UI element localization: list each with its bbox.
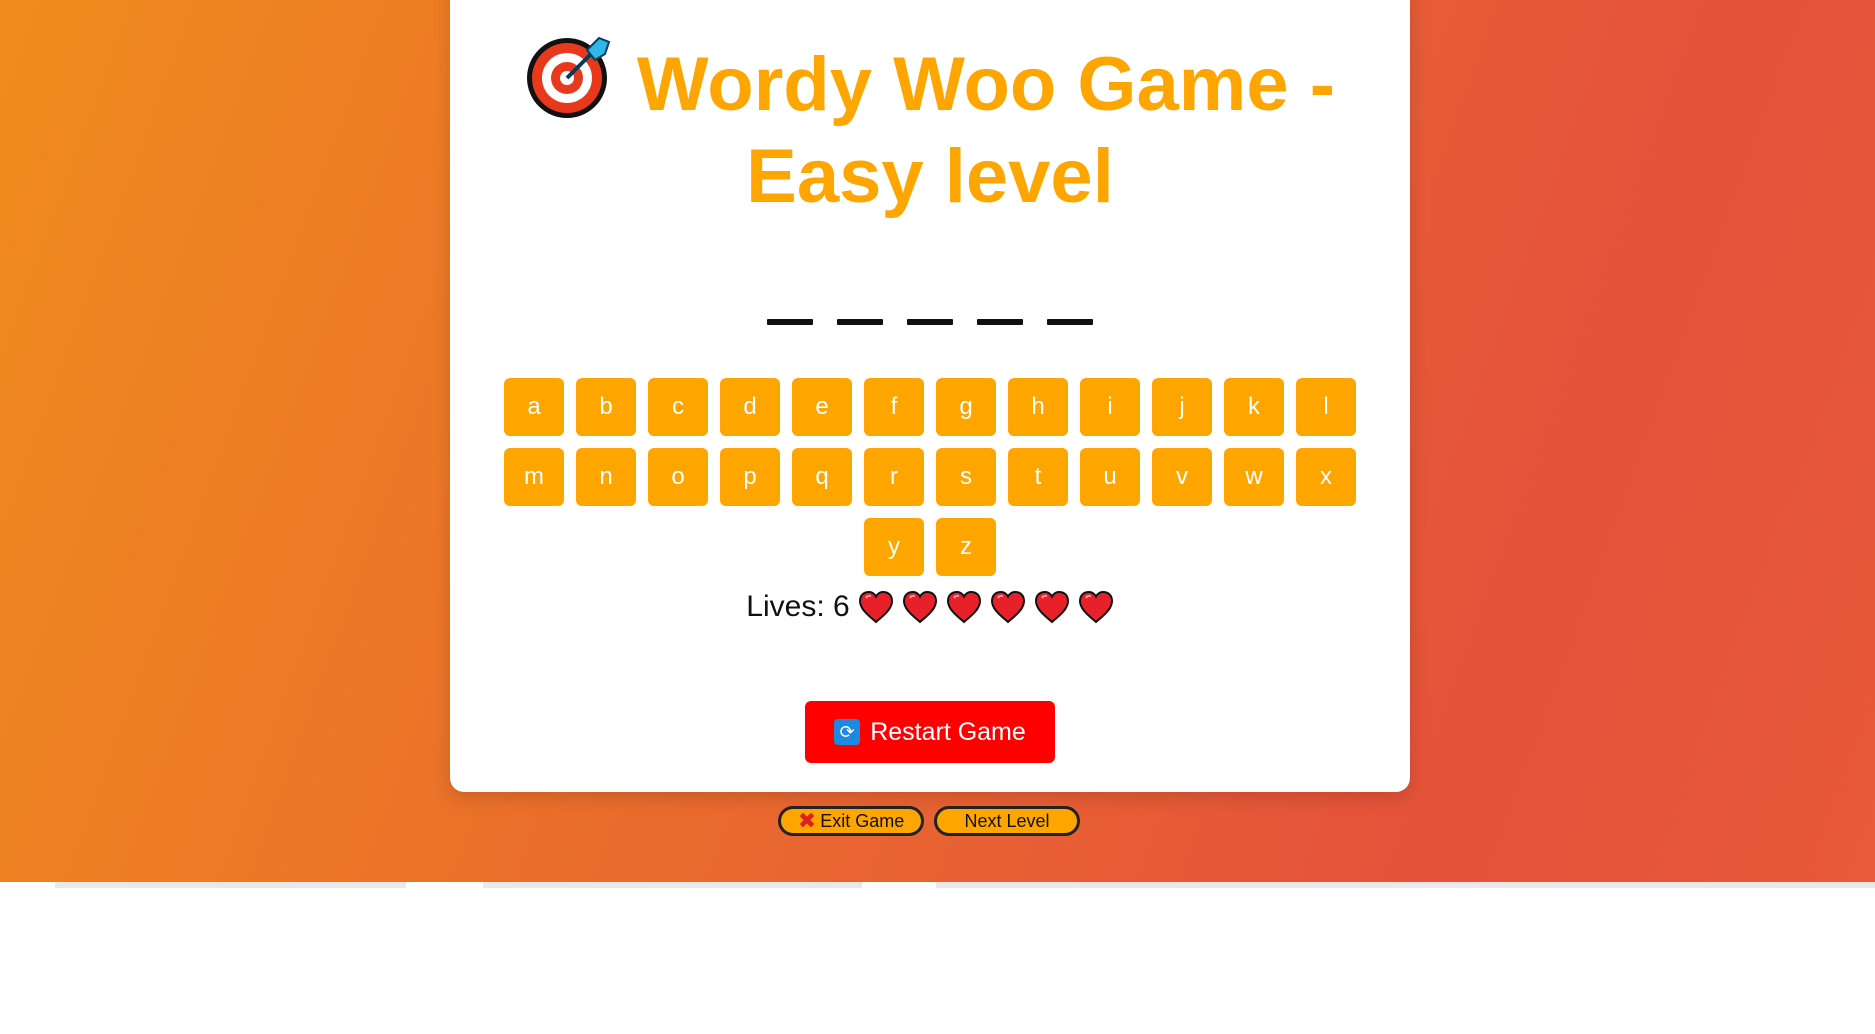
key-n[interactable]: n bbox=[576, 448, 636, 506]
exit-game-button[interactable]: ✖ Exit Game bbox=[778, 806, 924, 836]
key-x[interactable]: x bbox=[1296, 448, 1356, 506]
key-c[interactable]: c bbox=[648, 378, 708, 436]
letter-blank bbox=[977, 319, 1023, 326]
key-v[interactable]: v bbox=[1152, 448, 1212, 506]
heart-icon bbox=[902, 590, 938, 624]
key-o[interactable]: o bbox=[648, 448, 708, 506]
key-p[interactable]: p bbox=[720, 448, 780, 506]
title-line-1: Wordy Woo Game - bbox=[450, 32, 1410, 131]
strip-segment bbox=[0, 882, 55, 888]
key-z[interactable]: z bbox=[936, 518, 996, 576]
lives-label: Lives: 6 bbox=[746, 590, 850, 623]
key-j[interactable]: j bbox=[1152, 378, 1212, 436]
key-r[interactable]: r bbox=[864, 448, 924, 506]
title-text-1: Wordy Woo Game - bbox=[636, 42, 1336, 127]
key-u[interactable]: u bbox=[1080, 448, 1140, 506]
letter-keyboard: abcdefghijkl mnopqrstuvwx yz bbox=[504, 378, 1356, 576]
strip-segment bbox=[406, 882, 483, 888]
key-k[interactable]: k bbox=[1224, 378, 1284, 436]
restart-label: Restart Game bbox=[870, 717, 1026, 746]
cross-icon: ✖ bbox=[797, 808, 817, 833]
letter-blank bbox=[1047, 319, 1093, 326]
key-t[interactable]: t bbox=[1008, 448, 1068, 506]
key-h[interactable]: h bbox=[1008, 378, 1068, 436]
next-level-button[interactable]: Next Level bbox=[934, 806, 1080, 836]
key-w[interactable]: w bbox=[1224, 448, 1284, 506]
heart-icon bbox=[946, 590, 982, 624]
title-line-2: Easy level bbox=[746, 134, 1114, 219]
next-label: Next Level bbox=[964, 810, 1050, 831]
heart-icon bbox=[858, 590, 894, 624]
letter-blank bbox=[837, 319, 883, 326]
bottom-strip bbox=[0, 882, 1875, 888]
key-y[interactable]: y bbox=[864, 518, 924, 576]
key-b[interactable]: b bbox=[576, 378, 636, 436]
key-l[interactable]: l bbox=[1296, 378, 1356, 436]
game-card: Wordy Woo Game - Easy level abcdefghijkl… bbox=[450, 0, 1410, 792]
restart-icon: ⟳ bbox=[834, 719, 861, 745]
key-g[interactable]: g bbox=[936, 378, 996, 436]
heart-icon bbox=[1078, 590, 1114, 624]
target-icon bbox=[526, 36, 611, 118]
key-m[interactable]: m bbox=[504, 448, 564, 506]
restart-game-button[interactable]: ⟳ Restart Game bbox=[805, 701, 1055, 763]
page-title: Wordy Woo Game - Easy level bbox=[450, 32, 1410, 223]
word-blanks bbox=[450, 280, 1410, 354]
exit-label: Exit Game bbox=[820, 810, 905, 831]
key-d[interactable]: d bbox=[720, 378, 780, 436]
key-s[interactable]: s bbox=[936, 448, 996, 506]
key-a[interactable]: a bbox=[504, 378, 564, 436]
letter-blank bbox=[907, 319, 953, 326]
letter-blank bbox=[767, 319, 813, 326]
strip-segment bbox=[862, 882, 936, 888]
key-i[interactable]: i bbox=[1080, 378, 1140, 436]
key-q[interactable]: q bbox=[792, 448, 852, 506]
heart-icon bbox=[1034, 590, 1070, 624]
heart-icon bbox=[990, 590, 1026, 624]
lives-display: Lives: 6 bbox=[450, 590, 1410, 624]
key-e[interactable]: e bbox=[792, 378, 852, 436]
key-f[interactable]: f bbox=[864, 378, 924, 436]
